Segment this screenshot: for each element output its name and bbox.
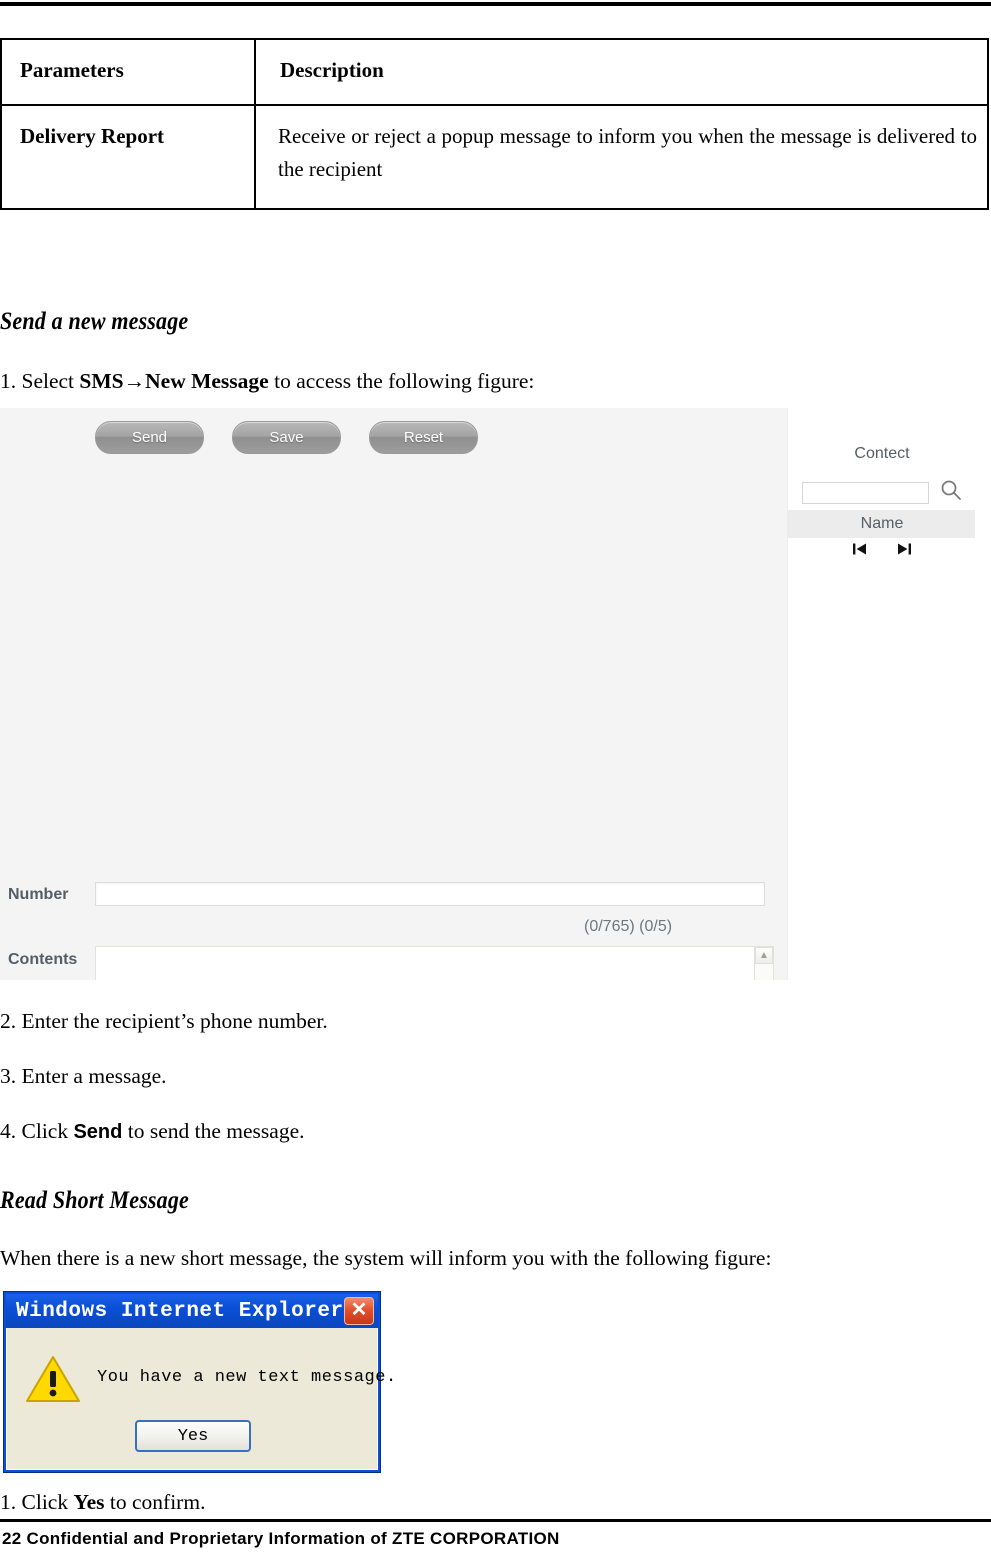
step1-prefix: 1. Select: [0, 369, 80, 393]
footer-text: 22 Confidential and Proprietary Informat…: [2, 1529, 560, 1548]
footer-rule: [0, 1519, 991, 1522]
dialog-titlebar: Windows Internet Explorer ✕: [6, 1294, 378, 1328]
table-header-parameters: Parameters: [0, 38, 256, 106]
yes-button[interactable]: Yes: [135, 1420, 251, 1452]
search-icon[interactable]: [939, 478, 963, 507]
sms-form-panel: Send Save Reset Number (0/765) (0/5) Con…: [0, 408, 787, 980]
step4-suffix: to send the message.: [122, 1119, 305, 1143]
contact-panel: Contect Name: [787, 408, 975, 980]
step-2-enter-phone-number: 2. Enter the recipient’s phone number.: [0, 1009, 328, 1033]
confirm-prefix: 1. Click: [0, 1490, 74, 1514]
step4-bold-send: Send: [73, 1121, 123, 1143]
heading-read-short-message: Read Short Message: [0, 1187, 189, 1214]
dialog-title: Windows Internet Explorer: [16, 1299, 344, 1323]
character-counter: (0/765) (0/5): [584, 918, 673, 935]
reset-button[interactable]: Reset: [369, 421, 478, 454]
number-input[interactable]: [95, 882, 765, 906]
table-header-row: Parameters Description: [0, 38, 989, 106]
scroll-up-icon[interactable]: ▲: [755, 947, 773, 964]
number-field-label: Number: [8, 886, 69, 903]
contents-field-label: Contents: [8, 951, 78, 968]
first-page-icon[interactable]: [852, 542, 868, 558]
sms-toolbar: Send Save Reset: [95, 421, 478, 454]
sms-new-message-figure: Send Save Reset Number (0/765) (0/5) Con…: [0, 408, 975, 980]
page-top-rule: [0, 2, 991, 6]
confirm-bold-yes: Yes: [73, 1490, 105, 1514]
table-cell-parameter-name: Delivery Report: [0, 104, 256, 210]
send-button[interactable]: Send: [95, 421, 204, 454]
step-1-click-yes: 1. Click Yes to confirm.: [0, 1489, 205, 1517]
contents-scrollbar[interactable]: ▲ ▼: [754, 946, 774, 980]
table-header-description: Description: [254, 38, 989, 106]
read-short-message-intro: When there is a new short message, the s…: [0, 1246, 772, 1270]
contents-textarea[interactable]: [95, 946, 755, 980]
last-page-icon[interactable]: [896, 542, 912, 558]
step1-suffix: to access the following figure:: [268, 369, 535, 393]
contact-search-row: [802, 478, 963, 507]
contact-panel-title: Contect: [854, 445, 910, 462]
save-button[interactable]: Save: [232, 421, 341, 454]
step-4-click-send: 4. Click Send to send the message.: [0, 1118, 305, 1146]
dialog-message: You have a new text message.: [97, 1368, 397, 1387]
parameters-table: Parameters Description Delivery Report R…: [0, 38, 989, 210]
dialog-body: You have a new text message. Yes: [6, 1328, 396, 1470]
step1-bold-path: SMS→New Message: [79, 369, 269, 393]
heading-send-a-new-message: Send a new message: [0, 308, 189, 335]
confirm-suffix: to confirm.: [104, 1490, 206, 1514]
step-3-enter-message: 3. Enter a message.: [0, 1064, 167, 1088]
internet-explorer-dialog: Windows Internet Explorer ✕ You have a n…: [3, 1291, 396, 1473]
contact-search-input[interactable]: [802, 481, 929, 504]
table-row: Delivery Report Receive or reject a popu…: [0, 104, 989, 210]
step-1-select-sms-new-message: 1. Select SMS→New Message to access the …: [0, 368, 534, 396]
contact-pager: [788, 542, 975, 558]
close-icon[interactable]: ✕: [344, 1297, 374, 1325]
step4-prefix: 4. Click: [0, 1119, 74, 1143]
warning-icon: [25, 1354, 81, 1409]
contact-column-header-name: Name: [788, 510, 975, 538]
table-cell-parameter-description: Receive or reject a popup message to inf…: [254, 104, 989, 210]
